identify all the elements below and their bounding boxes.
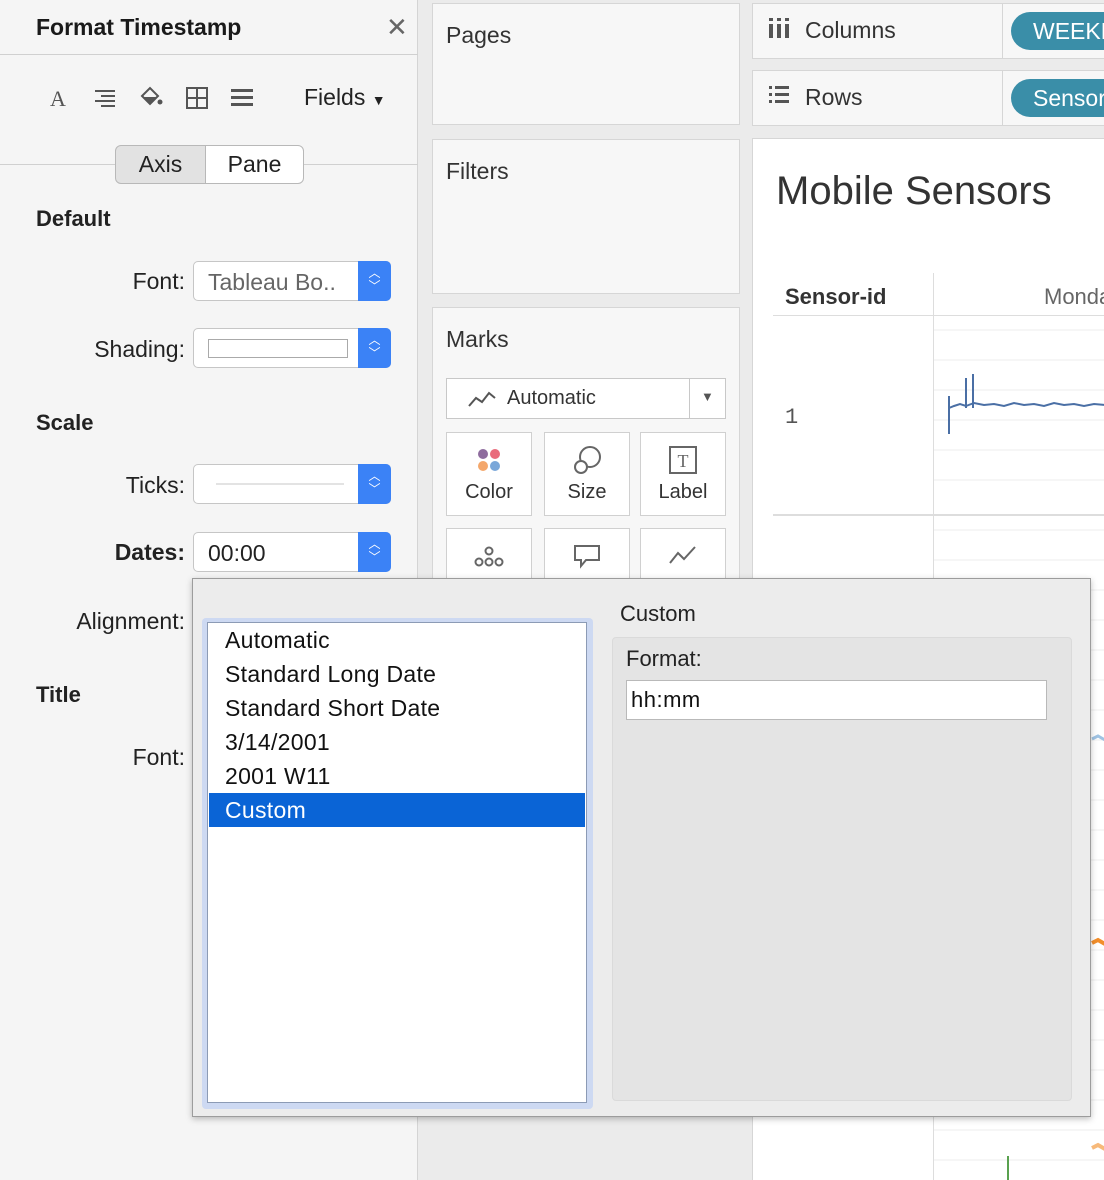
rows-pill-area: Sensor-id [1002,71,1104,125]
list-item-automatic[interactable]: Automatic [209,623,585,657]
format-label: Format: [626,646,702,671]
svg-text:T: T [678,451,689,471]
label-label: Label [658,481,708,503]
path-line-icon [641,541,725,571]
mark-type-value: Automatic [507,387,596,409]
alignment-icon[interactable] [93,86,117,116]
pages-title: Pages [446,22,512,48]
custom-heading: Custom [620,601,696,626]
list-item-standard-long-date[interactable]: Standard Long Date [209,657,585,691]
tab-axis[interactable]: Axis [115,145,206,184]
font-select[interactable]: Tableau Bo.. ︿ ﹀ [193,261,391,301]
list-item-short-numeric-date[interactable]: 3/14/2001 [209,725,585,759]
stepper-icon: ︿ ﹀ [358,328,391,368]
shading-paint-bucket-icon[interactable] [138,86,164,116]
label-text-icon: T [641,445,725,475]
shading-swatch [208,339,348,358]
size-button[interactable]: Size [544,432,630,516]
ticks-select[interactable]: ︿ ﹀ [193,464,391,504]
format-list-focus-ring: Automatic Standard Long Date Standard Sh… [202,618,593,1109]
fields-dropdown[interactable]: Fields ▼ [304,84,386,111]
font-value: Tableau Bo.. [208,269,336,295]
tick-line-preview [216,483,344,485]
title-heading: Title [36,682,81,707]
mark-type-select[interactable]: Automatic ▼ [446,378,726,419]
pane-title: Format Timestamp [36,14,242,40]
list-item-year-week[interactable]: 2001 W11 [209,759,585,793]
color-dots-icon [447,445,531,475]
alignment-label: Alignment: [76,608,185,634]
divider [689,379,690,418]
tooltip-speech-icon [545,541,629,571]
rows-pill[interactable]: Sensor-id [1011,79,1104,117]
shading-select[interactable]: ︿ ﹀ [193,328,391,368]
pages-shelf[interactable]: Pages [432,3,740,125]
chevron-down-icon: ▼ [371,92,386,108]
divider [0,54,418,55]
columns-label: Columns [805,17,896,43]
line-mark-icon [468,391,496,407]
stepper-icon: ︿ ﹀ [358,532,391,572]
stepper-icon: ︿ ﹀ [358,464,391,504]
format-input[interactable] [626,680,1047,720]
title-font-label: Font: [132,744,185,770]
color-label: Color [465,481,513,503]
default-heading: Default [36,206,111,231]
shading-label: Shading: [94,336,185,362]
label-button[interactable]: T Label [640,432,726,516]
size-label: Size [567,481,607,503]
columns-pill[interactable]: WEEKDAY [1011,12,1104,50]
borders-icon[interactable] [185,86,209,116]
chevron-down-icon: ▼ [701,389,714,404]
list-item-standard-short-date[interactable]: Standard Short Date [209,691,585,725]
filters-shelf[interactable]: Filters [432,139,740,294]
dates-value: 00:00 [208,540,266,566]
filters-title: Filters [446,158,509,184]
size-circles-icon [545,445,629,475]
tab-pane[interactable]: Pane [205,145,304,184]
date-format-list[interactable]: Automatic Standard Long Date Standard Sh… [207,622,587,1103]
columns-pill-area: WEEKDAY [1002,4,1104,58]
font-icon[interactable]: A [50,86,66,112]
color-button[interactable]: Color [446,432,532,516]
date-format-popup: Automatic Standard Long Date Standard Sh… [192,578,1091,1117]
rows-icon [767,83,791,113]
scale-heading: Scale [36,410,94,435]
header-sensor-id: Sensor-id [785,284,887,309]
stepper-icon: ︿ ﹀ [358,261,391,301]
rows-label: Rows [805,84,863,110]
detail-dots-icon [447,541,531,571]
list-item-custom[interactable]: Custom [209,793,585,827]
close-icon[interactable]: ✕ [386,12,408,43]
dates-select[interactable]: 00:00 ︿ ﹀ [193,532,391,572]
font-label: Font: [132,268,185,294]
row-label-1: 1 [785,405,799,430]
dates-label: Dates: [114,539,185,565]
columns-shelf[interactable]: Columns WEEKDAY [752,3,1104,59]
header-day: Monday [1044,284,1104,309]
columns-icon [767,16,791,46]
custom-format-panel: Format: [612,637,1072,1101]
viz-title: Mobile Sensors [776,169,1052,213]
rows-shelf[interactable]: Rows Sensor-id [752,70,1104,126]
fields-label: Fields [304,84,366,110]
marks-title: Marks [446,326,509,352]
ticks-label: Ticks: [125,472,185,498]
lines-icon[interactable] [230,86,254,116]
